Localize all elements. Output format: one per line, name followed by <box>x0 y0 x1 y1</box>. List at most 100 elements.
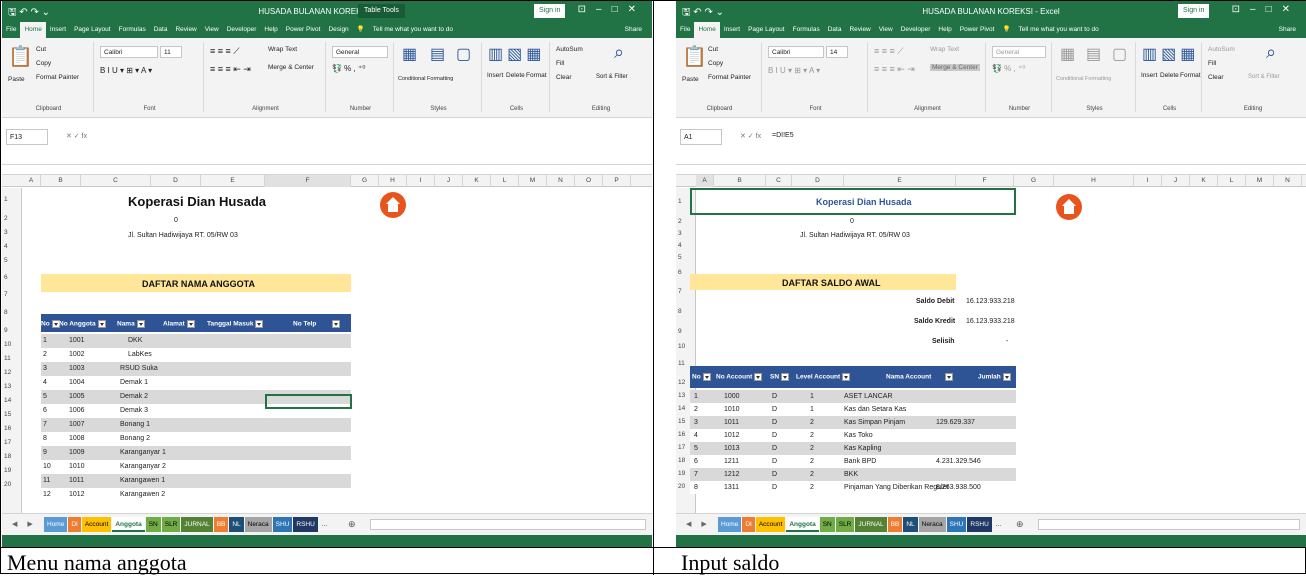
row-number[interactable]: 7 <box>2 291 22 298</box>
cell-no[interactable]: 4 <box>43 379 47 386</box>
table-row[interactable] <box>41 348 351 362</box>
format-button[interactable]: Format <box>526 72 547 79</box>
header-nama-account[interactable]: Nama Account <box>886 373 954 381</box>
cell-no-anggota[interactable]: 1012 <box>69 491 85 498</box>
table-row[interactable] <box>41 418 351 432</box>
filter-dropdown-icon[interactable] <box>781 373 790 381</box>
row-number[interactable]: 14 <box>676 405 696 412</box>
col-d[interactable]: D <box>151 175 201 187</box>
cell-jumlah[interactable]: 8.263.938.500 <box>936 484 981 491</box>
cell-sn[interactable]: D <box>772 393 777 400</box>
row-number[interactable]: 7 <box>676 288 696 295</box>
row-number[interactable]: 11 <box>676 360 696 367</box>
cell-styles-icon[interactable]: ▢ <box>1112 44 1127 64</box>
cell-no[interactable]: 8 <box>43 435 47 442</box>
selected-cell[interactable] <box>265 394 352 409</box>
cell-nama[interactable]: Karanganyar 1 <box>120 449 166 456</box>
col-j[interactable]: J <box>435 175 463 187</box>
header-nama[interactable]: Nama <box>117 320 145 328</box>
row-number[interactable]: 2 <box>2 215 22 222</box>
sheet-tab[interactable]: RSHU <box>293 517 318 532</box>
font-size-select[interactable]: 11 <box>160 46 182 58</box>
table-row[interactable] <box>41 488 351 502</box>
cell-nama[interactable]: Karangawen 1 <box>120 477 165 484</box>
sign-in-button[interactable]: Sign in <box>534 4 566 18</box>
cell-no-anggota[interactable]: 1006 <box>69 407 85 414</box>
row-number[interactable]: 16 <box>676 431 696 438</box>
name-box[interactable]: F13 <box>6 129 48 145</box>
tell-me-search[interactable]: Tell me what you want to do <box>369 21 457 38</box>
name-box[interactable]: A1 <box>680 129 722 145</box>
cell-no-anggota[interactable]: 1010 <box>69 463 85 470</box>
tab-page-layout[interactable]: Page Layout <box>70 21 115 38</box>
paste-button[interactable]: Paste <box>8 76 25 83</box>
tab-page-layout[interactable]: Page Layout <box>744 21 789 38</box>
col-e[interactable]: E <box>844 175 956 187</box>
font-name-select[interactable]: Calibri <box>768 46 824 58</box>
filter-dropdown-icon[interactable] <box>97 320 106 328</box>
table-row[interactable] <box>41 334 351 348</box>
sheet-tab[interactable]: BB <box>887 517 903 532</box>
cell-sn[interactable]: D <box>772 484 777 491</box>
cell-nama[interactable]: DKK <box>128 337 142 344</box>
merge-center-button[interactable]: Merge & Center <box>268 64 314 71</box>
cell-sn[interactable]: D <box>772 458 777 465</box>
cell-no[interactable]: 3 <box>43 365 47 372</box>
fx-icon[interactable]: ✕ ✓ fx <box>66 132 87 140</box>
row-number[interactable]: 13 <box>676 392 696 399</box>
col-h[interactable]: H <box>379 175 407 187</box>
row-number[interactable]: 5 <box>676 254 696 261</box>
col-i[interactable]: I <box>407 175 435 187</box>
cell-no-anggota[interactable]: 1008 <box>69 435 85 442</box>
col-o[interactable]: O <box>575 175 603 187</box>
insert-button[interactable]: Insert <box>1141 72 1157 79</box>
row-number[interactable]: 3 <box>2 229 22 236</box>
cell-level[interactable]: 2 <box>810 458 814 465</box>
filter-dropdown-icon[interactable] <box>945 373 954 381</box>
row-number[interactable]: 3 <box>676 230 696 237</box>
tell-me-search[interactable]: Tell me what you want to do <box>1015 21 1103 38</box>
clear-button[interactable]: Clear <box>1208 74 1224 81</box>
sheet-tab[interactable]: RSHU <box>967 517 992 532</box>
sheet-tab[interactable]: Neraca <box>244 517 272 532</box>
sheet-tab[interactable]: SLR <box>835 517 855 532</box>
sheet-tab[interactable]: Anggota <box>786 517 819 532</box>
col-b[interactable]: B <box>41 175 81 187</box>
tab-design[interactable]: Design <box>324 21 352 38</box>
cell-no[interactable]: 12 <box>43 491 51 498</box>
row-number[interactable]: 11 <box>2 355 22 362</box>
bold-italic-underline-icon[interactable]: B I U ▾ ⊞ ▾ A ▾ <box>768 66 820 75</box>
header-level-account[interactable]: Level Account <box>796 373 851 381</box>
col-f[interactable]: F <box>265 175 351 187</box>
add-sheet-icon[interactable]: ⊕ <box>348 519 356 530</box>
row-number[interactable]: 13 <box>2 383 22 390</box>
cell-nama-account[interactable]: Kas dan Setara Kas <box>844 406 906 413</box>
cell-no[interactable]: 11 <box>43 477 50 484</box>
row-number[interactable]: 18 <box>676 457 696 464</box>
col-c[interactable]: C <box>81 175 151 187</box>
filter-dropdown-icon[interactable] <box>754 373 763 381</box>
tab-review[interactable]: Review <box>845 21 874 38</box>
paste-icon[interactable]: 📋 <box>682 44 707 69</box>
indent-icon[interactable]: ≡ ≡ ≡ ⇤ ⇥ <box>874 64 915 75</box>
sheet-tab[interactable]: NL <box>229 517 244 532</box>
format-table-icon[interactable]: ▤ <box>430 44 445 64</box>
table-row[interactable] <box>41 446 351 460</box>
tab-help[interactable]: Help <box>934 21 955 38</box>
cell-jumlah[interactable]: 129.629.337 <box>936 419 975 426</box>
col-k[interactable]: K <box>1190 175 1218 187</box>
cell-no-account[interactable]: 1000 <box>724 393 740 400</box>
col-e[interactable]: E <box>201 175 265 187</box>
cell-no[interactable]: 1 <box>43 337 47 344</box>
sheet-tab[interactable]: SN <box>145 517 161 532</box>
cell-level[interactable]: 1 <box>810 406 814 413</box>
find-icon[interactable]: ⌕ <box>614 42 624 63</box>
cell-no-account[interactable]: 1010 <box>724 406 740 413</box>
cell-nama-account[interactable]: BKK <box>844 471 858 478</box>
filter-dropdown-icon[interactable] <box>136 320 145 328</box>
table-row[interactable] <box>41 460 351 474</box>
row-number[interactable]: 15 <box>2 411 22 418</box>
fx-icon[interactable]: ✕ ✓ fx <box>740 132 761 140</box>
tab-data[interactable]: Data <box>824 21 846 38</box>
row-number[interactable]: 8 <box>676 308 696 315</box>
